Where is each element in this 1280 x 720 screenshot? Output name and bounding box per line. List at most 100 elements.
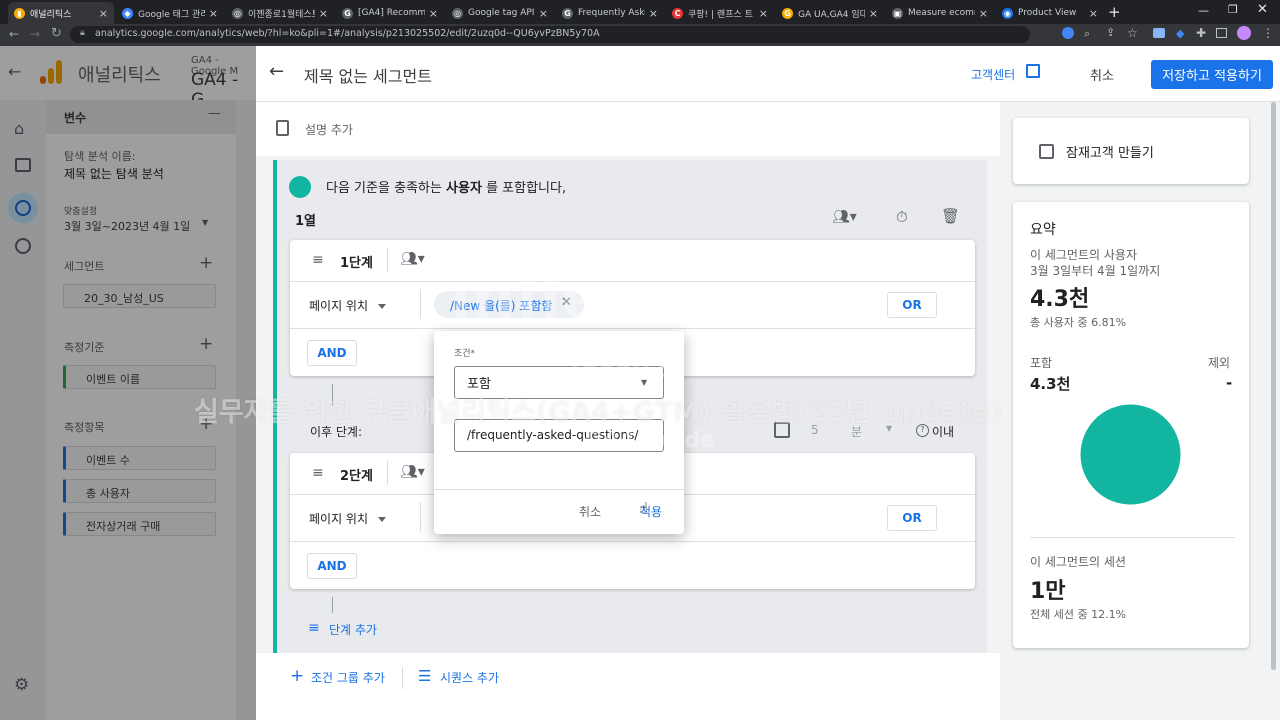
include-statement: 다음 기준을 충족하는 사용자 를 포함합니다, — [326, 181, 567, 196]
add-description-link[interactable]: 설명 추가 — [305, 121, 353, 138]
divider — [387, 461, 388, 485]
tab-favicon-icon: ◎ — [232, 7, 243, 19]
and-button[interactable]: AND — [307, 340, 357, 366]
divider — [290, 541, 975, 542]
divider — [434, 489, 684, 490]
close-tab-icon[interactable]: × — [649, 7, 658, 20]
tab-favicon-icon: C — [672, 7, 683, 19]
popup-cancel-button[interactable]: 취소 — [579, 503, 601, 520]
save-apply-button[interactable]: 저장하고 적용하기 — [1151, 60, 1273, 89]
create-audience-checkbox[interactable] — [1039, 144, 1054, 159]
close-tab-icon[interactable]: × — [1089, 7, 1098, 20]
add-step-icon[interactable]: ≡ — [308, 620, 320, 636]
close-tab-icon[interactable]: × — [319, 7, 328, 20]
exclude-label: 제외 — [1208, 356, 1231, 370]
or-button[interactable]: OR — [887, 292, 937, 318]
divider — [420, 289, 421, 319]
and-button[interactable]: AND — [307, 553, 357, 579]
modal-scrim[interactable] — [0, 46, 256, 720]
add-step-button[interactable]: 단계 추가 — [329, 621, 377, 638]
browser-tab[interactable]: C 쿠팡! | 랜프스 트 × — [666, 2, 774, 24]
extension-drop-icon[interactable]: ◆ — [1176, 27, 1184, 40]
watermark-sub: GA4 Guide — [585, 428, 715, 453]
tab-favicon-icon: ▣ — [892, 7, 903, 19]
segment-users-value: 4.3천 — [1030, 287, 1090, 312]
watermark-logo: inflearn — [450, 260, 720, 333]
new-tab-button[interactable]: + — [1108, 3, 1121, 21]
step-connector — [332, 597, 333, 613]
lock-icon[interactable]: 🔒︎ — [80, 28, 85, 38]
window-close-icon[interactable]: ✕ — [1257, 2, 1268, 17]
divider — [387, 248, 388, 272]
browser-tab[interactable]: ▣Measure ecomme× — [886, 2, 994, 24]
scope-users-icon[interactable]: 👥︎▾ — [832, 209, 857, 225]
browser-tab[interactable]: GFrequently Asked× — [556, 2, 664, 24]
url-text[interactable]: analytics.google.com/analytics/web/?hl=k… — [95, 28, 600, 39]
cancel-button[interactable]: 취소 — [1090, 65, 1114, 84]
side-panel-icon[interactable] — [1216, 28, 1227, 38]
bookmark-star-icon[interactable]: ☆ — [1127, 26, 1138, 40]
bottom-actions-bar — [256, 653, 1000, 720]
open-external-icon[interactable] — [1026, 64, 1040, 78]
browser-tab[interactable]: ◎Google tag API re× — [446, 2, 554, 24]
add-sequence-icon[interactable]: ☰ — [418, 667, 431, 685]
extensions-puzzle-icon[interactable]: ✚ — [1196, 26, 1206, 40]
close-tab-icon[interactable]: × — [979, 7, 988, 20]
segment-builder-header: ← 제목 없는 세그먼트 고객센터 취소 저장하고 적용하기 — [256, 46, 1280, 102]
timer-off-icon[interactable]: ⏱︎ — [896, 208, 908, 226]
step-icon: ≡ — [312, 465, 324, 481]
browser-tab[interactable]: ◎ 이젠종로1월테스트 × — [226, 2, 334, 24]
browser-tab[interactable]: ◆ Google 태그 관리 × — [116, 2, 224, 24]
window-minimize-icon[interactable]: — — [1198, 4, 1209, 17]
google-lens-icon[interactable] — [1062, 27, 1074, 39]
profile-avatar[interactable] — [1237, 26, 1251, 40]
divider — [1030, 537, 1235, 538]
segment-users-label: 이 세그먼트의 사용자 — [1030, 248, 1137, 262]
close-tab-icon[interactable]: × — [99, 7, 108, 20]
add-condition-group-icon[interactable]: + — [290, 666, 304, 686]
tab-favicon-icon: ◆ — [122, 7, 133, 19]
browser-tab[interactable]: G[GA4] Recommend× — [336, 2, 444, 24]
help-center-link[interactable]: 고객센터 — [971, 66, 1015, 83]
close-tab-icon[interactable]: × — [429, 7, 438, 20]
hand-cursor-icon: ☝︎ — [639, 499, 649, 517]
delete-trash-icon[interactable]: 🗑︎ — [941, 207, 960, 225]
step-1-label: 1단계 — [340, 256, 373, 271]
close-tab-icon[interactable]: × — [539, 7, 548, 20]
forward-icon[interactable]: → — [30, 27, 40, 41]
browser-tab[interactable]: ▮ 애널리틱스 × — [8, 2, 114, 24]
tab-favicon-icon: ▮ — [14, 7, 25, 19]
or-button[interactable]: OR — [887, 505, 937, 531]
scrollbar[interactable] — [1271, 102, 1276, 670]
summary-title: 요약 — [1030, 222, 1056, 238]
tab-favicon-icon: G — [342, 7, 353, 19]
segment-sessions-label: 이 세그먼트의 세션 — [1030, 555, 1126, 569]
include-indicator-icon — [289, 176, 311, 198]
page-location-dropdown[interactable]: 페이지 위치 — [309, 297, 386, 314]
sequence-label: 1열 — [295, 214, 317, 229]
segment-title[interactable]: 제목 없는 세그먼트 — [304, 63, 432, 87]
browser-tab[interactable]: ◉ Product View × — [996, 2, 1104, 24]
extension-icon[interactable] — [1153, 28, 1165, 38]
page-location-dropdown[interactable]: 페이지 위치 — [309, 510, 386, 527]
include-exclude-pie-chart — [1080, 404, 1181, 505]
condition-group-accent — [273, 160, 277, 700]
window-restore-icon[interactable]: ❐ — [1228, 3, 1238, 16]
browser-tab[interactable]: G GA UA,GA4 임대 × — [776, 2, 884, 24]
step-scope-icon[interactable]: 👥︎▾ — [400, 251, 425, 267]
reload-icon[interactable]: ↻ — [51, 26, 62, 41]
step-icon: ≡ — [312, 252, 324, 268]
close-tab-icon[interactable]: × — [209, 7, 218, 20]
zoom-icon[interactable]: ⌕ — [1084, 27, 1090, 41]
close-tab-icon[interactable]: × — [759, 7, 768, 20]
close-tab-icon[interactable]: × — [869, 7, 878, 20]
divider — [402, 667, 403, 689]
add-sequence-button[interactable]: 시퀀스 추가 — [440, 669, 499, 686]
browser-menu-icon[interactable]: ⋮ — [1262, 26, 1274, 40]
create-audience-label: 잠재고객 만들기 — [1066, 146, 1154, 161]
close-builder-back-icon[interactable]: ← — [269, 61, 284, 82]
add-condition-group-button[interactable]: 조건 그룹 추가 — [311, 669, 385, 686]
step-scope-icon[interactable]: 👥︎▾ — [400, 464, 425, 480]
share-icon[interactable]: ⇪ — [1106, 26, 1115, 39]
back-icon[interactable]: ← — [9, 27, 19, 41]
